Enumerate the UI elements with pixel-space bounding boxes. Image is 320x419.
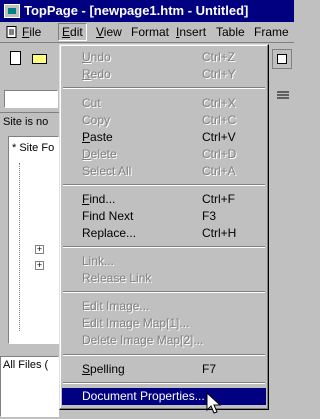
menu-edit[interactable]: Edit [58,23,87,41]
menu-item-delete-image-map[interactable]: Delete Image Map[2]... [62,332,266,349]
app-icon[interactable] [4,4,20,18]
menu-insert[interactable]: Insert [176,25,206,39]
menu-item-select-all[interactable]: Select All Ctrl+A [62,163,266,180]
tree-expand-icon[interactable]: + [35,245,44,254]
menu-table[interactable]: Table [216,25,245,39]
menu-item-undo[interactable]: Undo Ctrl+Z [62,49,266,66]
menu-separator [63,184,265,186]
right-edge-area [269,44,294,417]
open-button[interactable] [30,49,58,67]
title-bar: TopPage - [newpage1.htm - Untitled] [0,0,294,22]
menu-separator [63,382,265,384]
menu-item-copy[interactable]: Copy Ctrl+C [62,112,266,129]
menu-view[interactable]: View [96,25,122,39]
menu-separator [63,87,265,89]
site-status-text: Site is no [3,116,49,128]
menu-item-edit-image[interactable]: Edit Image... [62,298,266,315]
address-input[interactable] [4,90,58,108]
menu-file[interactable]: File [22,25,41,39]
menu-item-spelling[interactable]: Spelling F7 [62,361,266,378]
menu-item-replace[interactable]: Replace... Ctrl+H [62,225,266,242]
menu-item-release-link[interactable]: Release Link [62,270,266,287]
document-icon[interactable] [6,26,18,38]
menu-separator [63,246,265,248]
site-status-bar: Site is no [0,112,59,132]
menu-item-cut[interactable]: Cut Ctrl+X [62,95,266,112]
window-title: TopPage - [newpage1.htm - Untitled] [24,3,249,18]
tree-line [19,163,21,331]
menu-item-paste[interactable]: Paste Ctrl+V [62,129,266,146]
menu-frame[interactable]: Frame [254,25,289,39]
menu-item-find-next[interactable]: Find Next F3 [62,208,266,225]
new-button[interactable] [6,49,26,67]
tree-expand-icon[interactable]: + [35,261,44,270]
menu-item-redo[interactable]: Redo Ctrl+Y [62,66,266,83]
menu-format[interactable]: Format [131,25,169,39]
site-tree-panel[interactable]: * Site Fo + + [8,136,59,344]
menu-item-edit-image-map[interactable]: Edit Image Map[1]... [62,315,266,332]
site-folder-label: * Site Fo [12,142,55,154]
menu-bar: File Edit View Format Insert Table Frame [0,22,294,43]
folder-icon [32,54,47,64]
menu-separator [63,354,265,356]
menu-item-document-properties[interactable]: Document Properties... [62,388,266,405]
menu-separator [63,291,265,293]
menu-item-delete[interactable]: Delete Ctrl+D [62,146,266,163]
file-list-panel[interactable]: All Files ( [0,356,59,417]
new-document-icon [10,51,21,65]
edit-menu: Undo Ctrl+Z Redo Ctrl+Y Cut Ctrl+X Copy Ctrl… [59,44,269,410]
menu-item-find[interactable]: Find... Ctrl+F [62,191,266,208]
mouse-pointer-icon [206,391,226,416]
menu-item-link[interactable]: Link... [62,253,266,270]
files-filter-label: All Files ( [3,359,49,371]
